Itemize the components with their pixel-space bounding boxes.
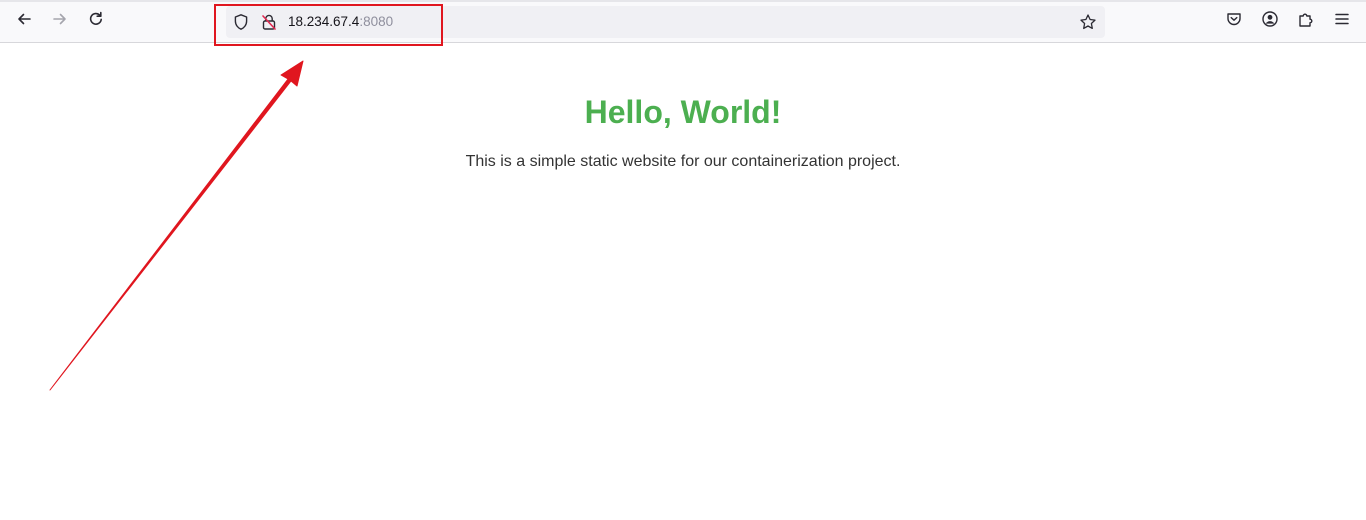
hamburger-menu-icon — [1333, 10, 1351, 33]
tabstrip-edge — [0, 0, 1366, 2]
pocket-icon — [1225, 10, 1243, 33]
forward-button[interactable] — [45, 6, 75, 36]
puzzle-icon — [1297, 10, 1315, 33]
back-button[interactable] — [9, 6, 39, 36]
url-port: :8080 — [359, 14, 394, 29]
back-arrow-icon — [15, 10, 33, 33]
page-heading: Hello, World! — [584, 94, 782, 130]
address-bar[interactable]: 18.234.67.4:8080 — [226, 6, 1105, 38]
extensions-button[interactable] — [1291, 6, 1321, 36]
forward-arrow-icon — [51, 10, 69, 33]
url-text[interactable]: 18.234.67.4:8080 — [288, 14, 393, 30]
url-host: 18.234.67.4 — [288, 14, 360, 29]
reload-button[interactable] — [81, 6, 111, 36]
shield-icon[interactable] — [232, 13, 250, 31]
page-content: Hello, World! This is a simple static we… — [0, 44, 1366, 520]
insecure-lock-icon[interactable] — [260, 13, 278, 31]
pocket-button[interactable] — [1219, 6, 1249, 36]
page-paragraph: This is a simple static website for our … — [465, 153, 901, 170]
account-icon — [1261, 10, 1279, 33]
browser-toolbar: 18.234.67.4:8080 — [0, 0, 1366, 43]
reload-icon — [87, 10, 105, 33]
account-button[interactable] — [1255, 6, 1285, 36]
app-menu-button[interactable] — [1327, 6, 1357, 36]
star-icon[interactable] — [1079, 13, 1097, 31]
